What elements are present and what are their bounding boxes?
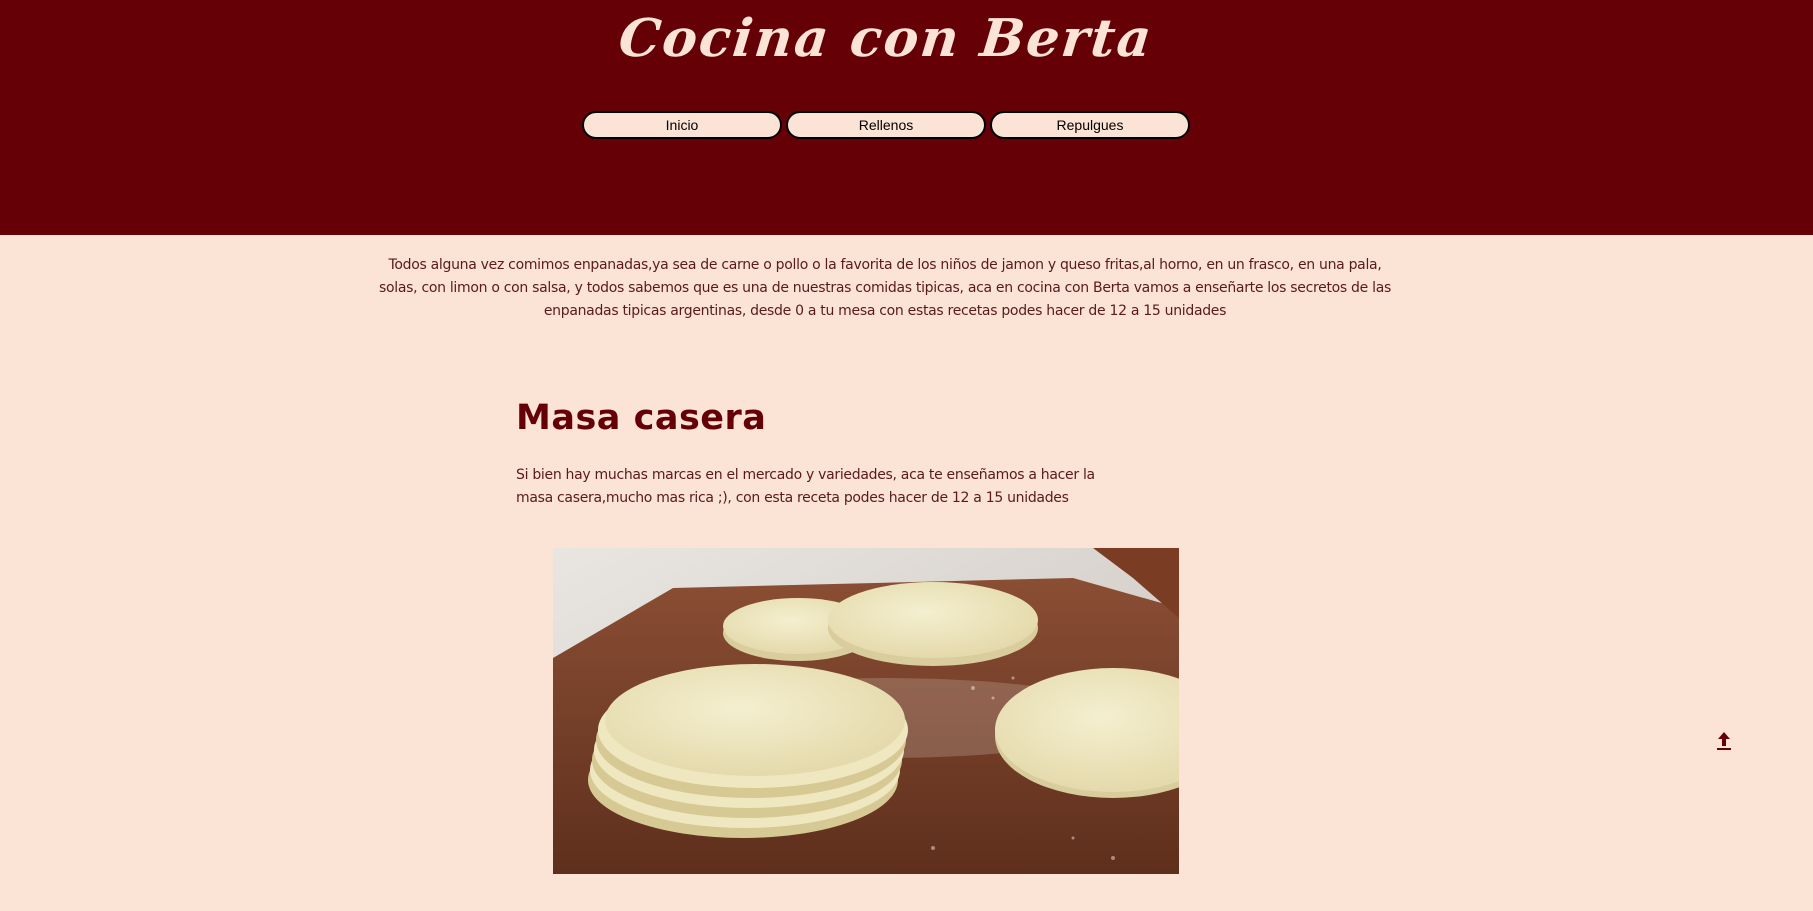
section-description: Si bien hay muchas marcas en el mercado … [516, 467, 1095, 506]
arrow-up-icon [1717, 732, 1731, 750]
site-header: Cocina con Berta Inicio Rellenos Repulgu… [0, 0, 1813, 235]
site-title: Cocina con Berta [616, 8, 1156, 69]
dough-discs-photo [553, 548, 1179, 874]
main-nav: Inicio Rellenos Repulgues [582, 111, 1190, 139]
back-to-top-button[interactable] [1714, 728, 1734, 752]
nav-button-repulgues[interactable]: Repulgues [990, 111, 1190, 139]
section-title: Masa casera [516, 398, 767, 438]
intro-paragraph: Todos alguna vez comimos enpanadas,ya se… [379, 257, 1391, 319]
nav-button-rellenos[interactable]: Rellenos [786, 111, 986, 139]
nav-button-inicio[interactable]: Inicio [582, 111, 782, 139]
